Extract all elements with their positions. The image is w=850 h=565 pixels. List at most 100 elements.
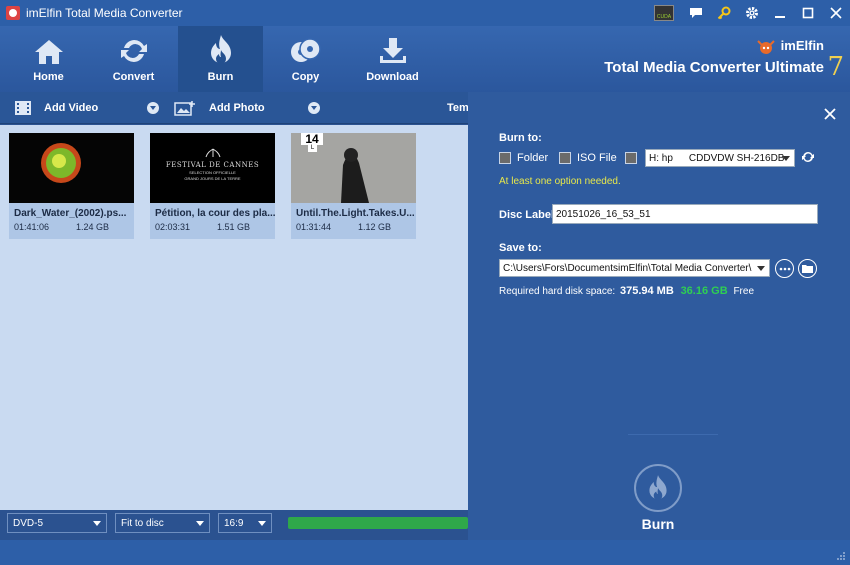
close-window-button[interactable] (822, 0, 850, 26)
disc-type-select[interactable]: DVD-5 (7, 513, 107, 533)
folder-checkbox-label: Folder (517, 152, 549, 164)
main-toolbar: Home Convert Burn Copy Download imElfin … (0, 26, 850, 92)
chevron-down-icon (196, 521, 204, 526)
video-meta: 02:03:31 1.51 GB (155, 222, 270, 232)
nav-convert-label: Convert (112, 71, 155, 83)
divider (628, 434, 718, 435)
brand-logo-text: imElfin (780, 38, 824, 53)
template-button[interactable]: Tem (447, 92, 469, 124)
refresh-icon (802, 152, 814, 162)
add-photo-button[interactable]: Add Photo (174, 92, 265, 124)
add-photo-label: Add Photo (209, 102, 265, 114)
close-icon (824, 108, 836, 120)
cuda-label: CUDA (656, 14, 672, 20)
disk-space-label: Required hard disk space: (499, 286, 616, 297)
disc-label-input[interactable]: 20151026_16_53_51 (552, 204, 818, 224)
nav-download-button[interactable]: Download (350, 26, 435, 92)
app-icon (6, 6, 20, 20)
drive-model: CDDVDW SH-216DB (688, 152, 785, 164)
version-number: 7 (827, 52, 844, 82)
video-name: Dark_Water_(2002).ps... (14, 208, 127, 219)
nav-copy-button[interactable]: Copy (263, 26, 348, 92)
video-duration: 02:03:31 (155, 222, 191, 232)
disc-label-label: Disc Label: (499, 209, 558, 221)
rating-badge-letter: L (308, 145, 317, 152)
video-thumbnail: 14 L (291, 133, 416, 203)
nav-burn-button[interactable]: Burn (178, 26, 263, 92)
fit-mode-select[interactable]: Fit to disc (115, 513, 210, 533)
add-video-dropdown-icon[interactable] (147, 102, 159, 114)
product-name: Total Media Converter Ultimate (604, 58, 824, 76)
video-thumbnail (9, 133, 134, 203)
add-photo-dropdown-icon[interactable] (308, 102, 320, 114)
settings-gear-icon[interactable] (738, 0, 766, 26)
template-label: Tem (447, 102, 469, 114)
minimize-button[interactable] (766, 0, 794, 26)
copy-icon (263, 26, 348, 66)
nav-convert-button[interactable]: Convert (91, 26, 176, 92)
video-meta: 01:41:06 1.24 GB (14, 222, 129, 232)
drive-select[interactable]: H: hp CDDVDW SH-216DB (645, 149, 795, 167)
drive-letter: H: hp (649, 152, 673, 164)
video-name: Pétition, la cour des pla... (155, 208, 275, 219)
video-size: 1.51 GB (216, 222, 250, 232)
warning-text: At least one option needed. (499, 176, 621, 187)
rating-badge: 14 (301, 133, 323, 145)
save-to-label: Save to: (499, 242, 542, 254)
burn-settings-panel: Burn to: Folder ISO File H: hp CDDVDW SH… (468, 92, 850, 540)
title-bar-controls: CUDA (654, 0, 850, 26)
photo-icon (174, 101, 195, 116)
feedback-icon[interactable] (682, 0, 710, 26)
burn-to-label: Burn to: (499, 132, 542, 144)
aspect-ratio-select[interactable]: 16:9 (218, 513, 272, 533)
film-icon (15, 101, 31, 115)
chevron-down-icon (93, 521, 101, 526)
video-card[interactable]: Dark_Water_(2002).ps... 01:41:06 1.24 GB (9, 133, 134, 239)
burn-start-button[interactable] (634, 464, 682, 512)
media-toolbar: Add Video Add Photo Tem (0, 92, 470, 124)
video-size: 1.24 GB (75, 222, 109, 232)
thumbnail-title-text: FESTIVAL DE CANNES (165, 161, 260, 169)
video-duration: 01:31:44 (296, 222, 332, 232)
chevron-down-icon (757, 266, 765, 271)
resize-grip-icon[interactable] (836, 551, 846, 561)
cuda-icon: CUDA (654, 5, 674, 21)
thumbnail-subtitle-text: GRAND JOURS DE LA TERRE (184, 176, 241, 181)
fit-mode-value: Fit to disc (121, 517, 164, 529)
drive-checkbox[interactable] (625, 152, 637, 164)
add-video-button[interactable]: Add Video (14, 92, 98, 124)
maximize-button[interactable] (794, 0, 822, 26)
video-thumbnail: FESTIVAL DE CANNES SELECTION OFFICIELLE … (150, 133, 275, 203)
nav-copy-label: Copy (291, 71, 320, 83)
free-label: Free (733, 286, 754, 297)
open-folder-button[interactable] (798, 259, 817, 278)
disc-type-value: DVD-5 (13, 517, 44, 529)
brand-area: imElfin Total Media Converter Ultimate 7 (604, 38, 844, 82)
download-icon (350, 26, 435, 66)
required-space-value: 375.94 MB (619, 285, 674, 297)
elf-mascot-icon (757, 39, 775, 54)
chevron-down-icon (782, 156, 790, 161)
video-list-area: Dark_Water_(2002).ps... 01:41:06 1.24 GB… (0, 125, 468, 510)
aspect-ratio-value: 16:9 (224, 517, 244, 529)
nav-home-button[interactable]: Home (6, 26, 91, 92)
video-duration: 01:41:06 (14, 222, 50, 232)
folder-checkbox[interactable] (499, 152, 511, 164)
video-card[interactable]: 14 L Until.The.Light.Takes.U... 01:31:44… (291, 133, 416, 239)
burn-flame-icon (649, 475, 667, 500)
folder-icon (802, 265, 813, 273)
video-card[interactable]: FESTIVAL DE CANNES SELECTION OFFICIELLE … (150, 133, 275, 239)
iso-file-checkbox[interactable] (559, 152, 571, 164)
save-path-value: C:\Users\Fors\DocumentsimElfin\Total Med… (503, 262, 752, 274)
save-path-select[interactable]: C:\Users\Fors\DocumentsimElfin\Total Med… (499, 259, 770, 277)
brand-logo: imElfin (604, 38, 824, 55)
close-panel-button[interactable] (824, 104, 836, 125)
browse-path-button[interactable] (775, 259, 794, 278)
key-icon[interactable] (710, 0, 738, 26)
burn-button-label: Burn (641, 516, 675, 532)
burn-icon (178, 26, 263, 66)
refresh-drives-button[interactable] (801, 150, 815, 167)
video-meta: 01:31:44 1.12 GB (296, 222, 411, 232)
disk-space-info: Required hard disk space: 375.94 MB 36.1… (499, 285, 754, 297)
video-size: 1.12 GB (357, 222, 391, 232)
